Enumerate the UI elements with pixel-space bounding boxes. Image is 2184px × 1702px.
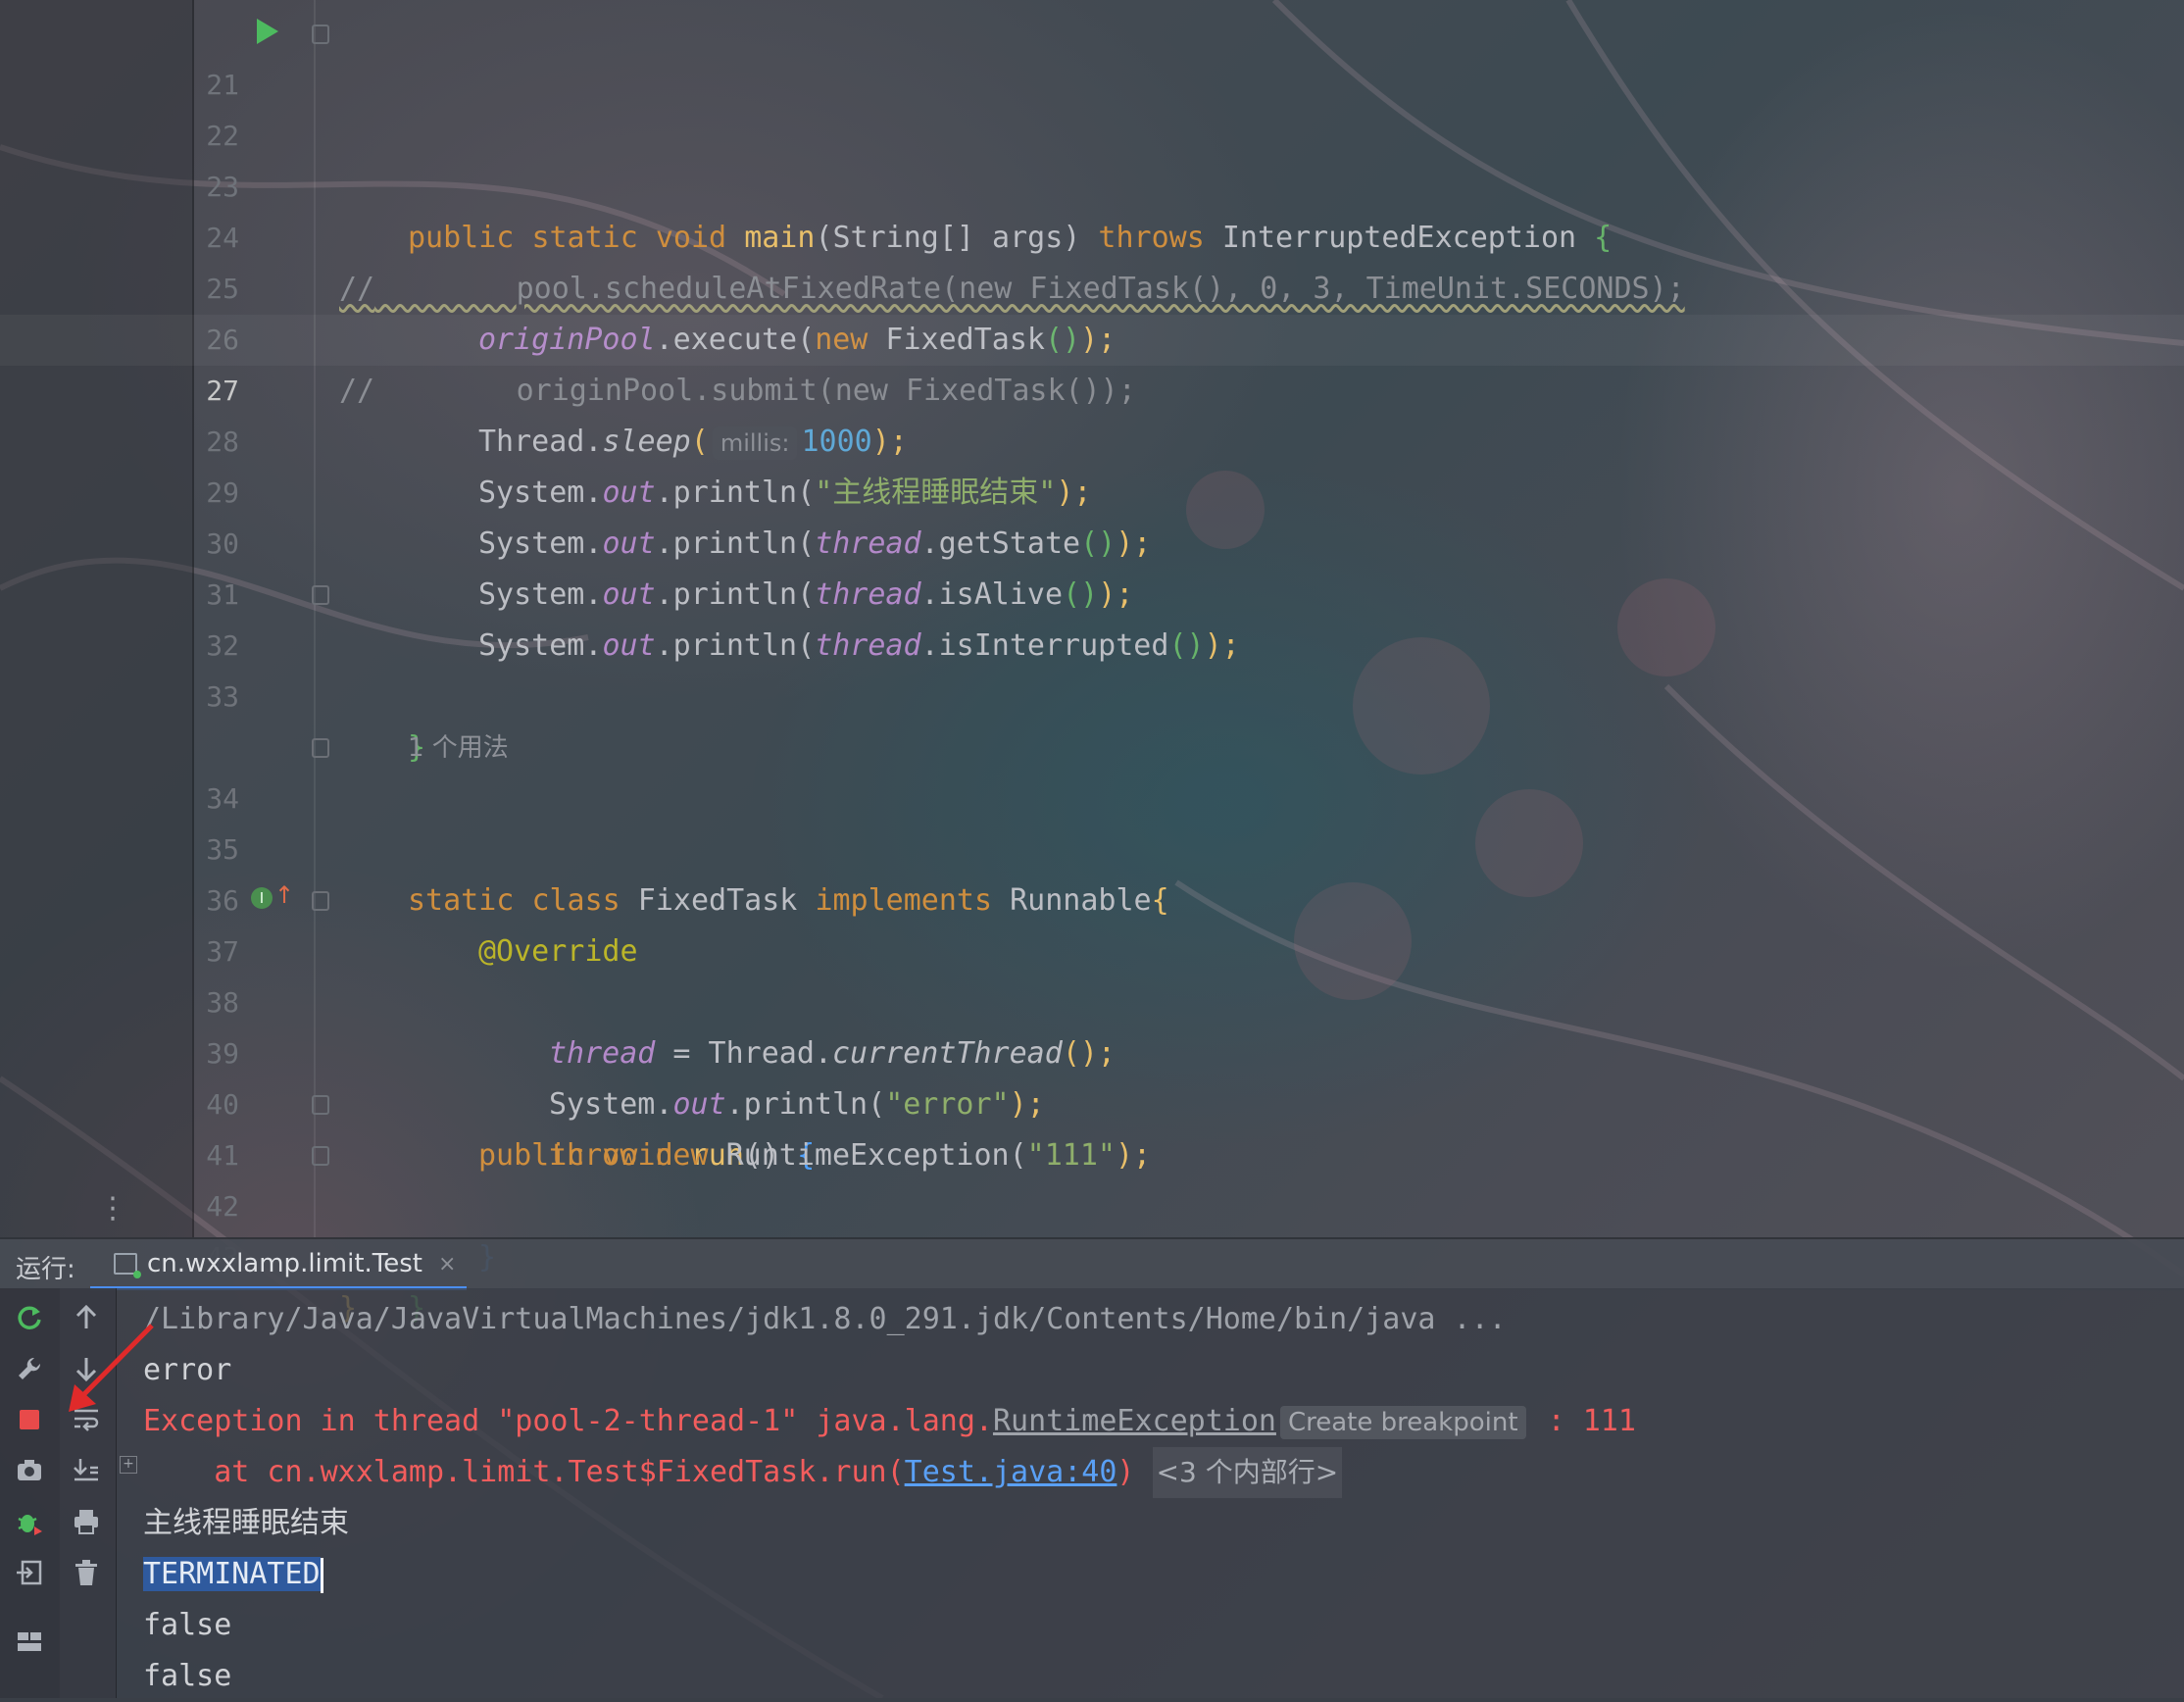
code-line-25[interactable]: 25 originPool.execute(new FixedTask());	[0, 213, 2184, 357]
more-options-icon[interactable]: ⋮	[98, 1191, 127, 1226]
console-line[interactable]: /Library/Java/JavaVirtualMachines/jdk1.8…	[143, 1294, 1507, 1345]
code-line-31[interactable]: 31 System.out.println(thread.isInterrupt…	[0, 519, 2184, 663]
exit-icon[interactable]	[10, 1553, 49, 1592]
code-line-35[interactable]: 35	[0, 774, 2184, 866]
run-tool-window: /Library/Java/JavaVirtualMachines/jdk1.8…	[0, 1288, 2184, 1698]
trash-icon[interactable]	[67, 1553, 106, 1592]
create-breakpoint-hint[interactable]: Create breakpoint	[1279, 1405, 1526, 1439]
stop-icon[interactable]	[10, 1400, 49, 1439]
implements-method-icon[interactable]: I	[251, 887, 273, 909]
console-line[interactable]: 主线程睡眠结束	[143, 1498, 349, 1549]
rerun-icon[interactable]	[10, 1298, 49, 1337]
go-to-super-icon[interactable]: ↑	[274, 883, 294, 907]
source-location-link[interactable]: Test.java:40	[905, 1455, 1117, 1489]
console-text: false	[143, 1659, 232, 1693]
code-line-23[interactable]: 23	[0, 111, 2184, 203]
code-line-22[interactable]: 22	[0, 60, 2184, 152]
fold-marker[interactable]	[312, 25, 329, 44]
code-line-40[interactable]: 40 throw new RuntimeException("111");	[0, 1028, 2184, 1173]
code-line-43[interactable]: 43 }	[0, 1181, 2184, 1326]
debug-icon[interactable]	[10, 1502, 49, 1541]
code-line-34[interactable]: 34 static class FixedTask implements Run…	[0, 723, 2184, 918]
exception-class-link[interactable]: RuntimeException	[993, 1404, 1276, 1438]
run-tab-title: cn.wxxlamp.limit.Test	[147, 1249, 422, 1278]
console-error-text: )	[1117, 1455, 1135, 1489]
console-line[interactable]: false	[143, 1651, 231, 1702]
code-line-36[interactable]: 36 @Override	[0, 825, 2184, 969]
close-icon[interactable]: ×	[438, 1252, 456, 1276]
console-error-text: at cn.wxxlamp.limit.Test$FixedTask.run(	[143, 1455, 905, 1489]
code-line-29[interactable]: 29 System.out.println(thread.getState())…	[0, 417, 2184, 561]
run-tool-window-header: 运行: cn.wxxlamp.limit.Test ×	[0, 1237, 2184, 1290]
console-text: false	[143, 1608, 232, 1642]
scroll-to-end-icon[interactable]	[67, 1451, 106, 1490]
usage-hint-line[interactable]: 1 个用法	[0, 672, 2184, 763]
java-command: /Library/Java/JavaVirtualMachines/jdk1.8…	[143, 1302, 1507, 1336]
code-line-30[interactable]: 30 System.out.println(thread.isAlive());	[0, 468, 2184, 612]
layout-icon[interactable]	[10, 1622, 49, 1661]
run-config-icon	[114, 1253, 141, 1278]
console-text: 主线程睡眠结束	[143, 1506, 349, 1540]
console-line[interactable]: false	[143, 1600, 231, 1651]
fold-marker[interactable]	[312, 738, 329, 758]
run-main-icon[interactable]	[257, 19, 278, 44]
code-line-38[interactable]: 38 thread = Thread.currentThread();	[0, 926, 2184, 1071]
red-annotation-arrow	[69, 1324, 154, 1412]
code-line-39[interactable]: 39 System.out.println("error");	[0, 977, 2184, 1122]
console-line[interactable]: TERMINATED	[143, 1549, 323, 1600]
expand-frames-icon[interactable]: +	[120, 1456, 137, 1474]
code-line-33[interactable]: 33	[0, 621, 2184, 713]
code-line-28[interactable]: 28 System.out.println("主线程睡眠结束");	[0, 366, 2184, 510]
fold-marker[interactable]	[312, 1146, 329, 1166]
code-line-42[interactable]: 42 }	[0, 1130, 2184, 1326]
console-error-text: Exception in thread "pool-2-thread-1" ja…	[143, 1404, 993, 1438]
run-tab[interactable]: cn.wxxlamp.limit.Test ×	[90, 1239, 479, 1288]
wrench-icon[interactable]	[10, 1349, 49, 1388]
code-line-26[interactable]: 26 // originPool.submit(new FixedTask())…	[0, 264, 2184, 408]
print-icon[interactable]	[67, 1502, 106, 1541]
console-error-line[interactable]: Exception in thread "pool-2-thread-1" ja…	[143, 1396, 1636, 1447]
run-toolbar-primary	[0, 1288, 60, 1698]
code-line-24[interactable]: 24 // pool.scheduleAtFixedRate(new Fixed…	[0, 162, 2184, 306]
run-label: 运行:	[16, 1255, 75, 1284]
camera-icon[interactable]	[10, 1451, 49, 1490]
console-error-text: : 111	[1529, 1404, 1636, 1438]
folded-frames-hint[interactable]: <3 个内部行>	[1152, 1447, 1343, 1498]
fold-marker[interactable]	[312, 585, 329, 605]
code-line-21[interactable]: 21 public static void main(String[] args…	[0, 9, 2184, 255]
console-stacktrace-line[interactable]: at cn.wxxlamp.limit.Test$FixedTask.run(T…	[143, 1447, 1343, 1498]
code-editor[interactable]: 21 public static void main(String[] args…	[0, 0, 2184, 1326]
text-caret	[320, 1557, 323, 1593]
fold-marker[interactable]	[312, 1095, 329, 1115]
code-line-41[interactable]: 41 }	[0, 1079, 2184, 1275]
code-line-37[interactable]: 37 I ↑ public void run() {	[0, 876, 2184, 1173]
selected-text: TERMINATED	[143, 1557, 321, 1591]
fold-marker[interactable]	[312, 891, 329, 911]
code-line-27[interactable]: 27 Thread.sleep(millis: 1000);	[0, 315, 2184, 460]
code-line-32[interactable]: 32 }	[0, 570, 2184, 765]
